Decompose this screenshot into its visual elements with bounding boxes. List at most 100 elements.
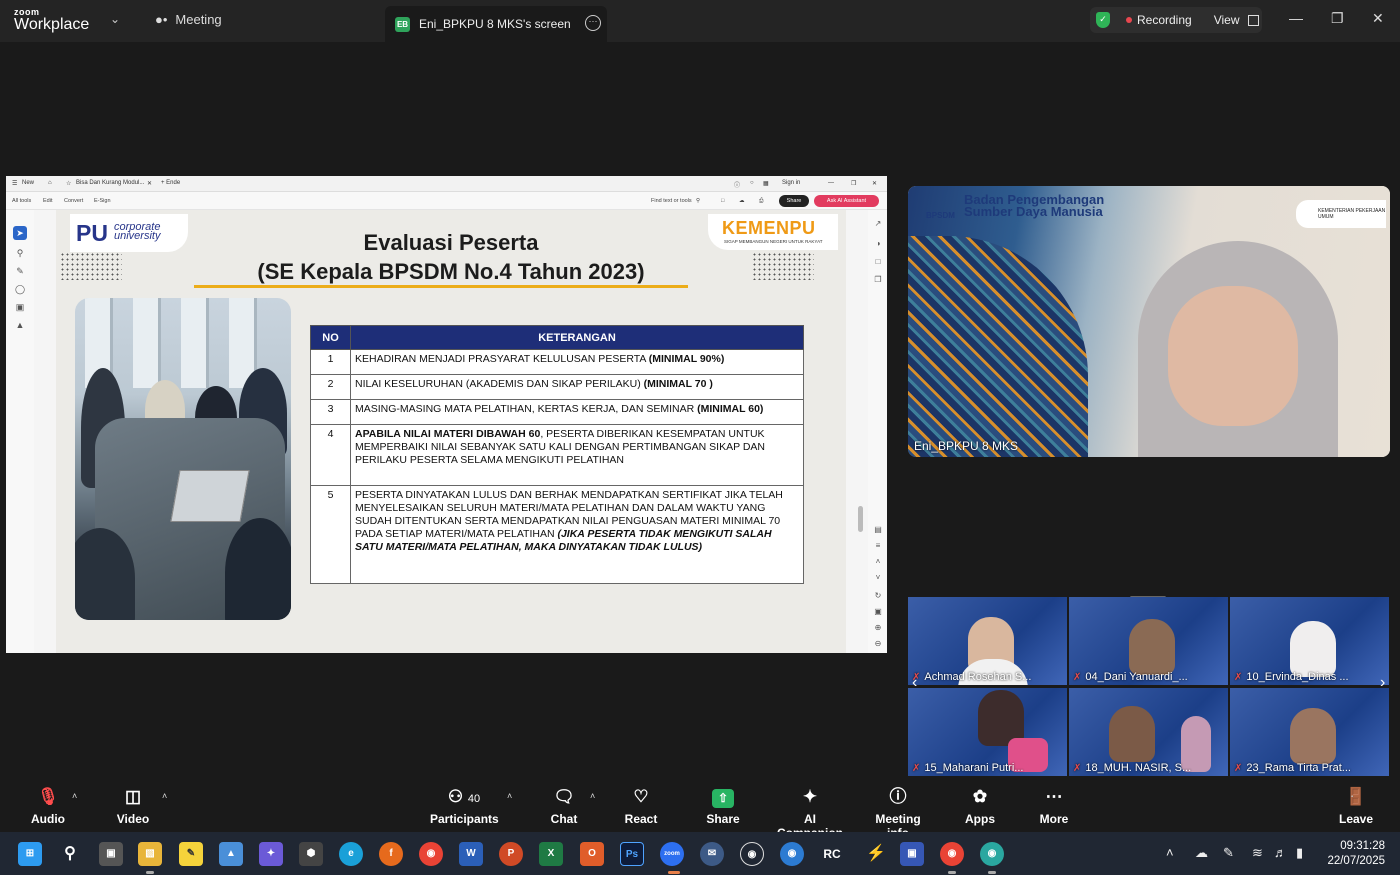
pen-icon[interactable]: ✎ xyxy=(13,264,27,278)
layers-icon[interactable]: ◑ xyxy=(872,238,884,250)
wifi-icon[interactable]: ≋ xyxy=(1252,845,1263,861)
meeting-tab[interactable]: ●• Meeting xyxy=(155,12,222,27)
zoom-out-icon[interactable]: ⊖ xyxy=(872,638,884,650)
chat-caret-icon[interactable]: ˄ xyxy=(590,791,595,801)
excel-icon[interactable]: X xyxy=(539,842,563,866)
chrome-profile-icon[interactable]: ◉ xyxy=(940,842,964,866)
tab-close-icon[interactable]: ✕ xyxy=(147,180,152,187)
participants-caret-icon[interactable]: ˄ xyxy=(507,791,512,801)
system-clock[interactable]: 09:31:28 22/07/2025 xyxy=(1327,839,1385,869)
video-button[interactable]: ◫ Video xyxy=(113,785,153,826)
menu-all-tools[interactable]: All tools xyxy=(12,198,31,204)
chrome-icon[interactable]: ◉ xyxy=(419,842,443,866)
participant-tile[interactable]: ✗ 10_Ervinda_Dinas ... xyxy=(1230,597,1389,685)
windows-start-icon[interactable]: ⊞ xyxy=(18,842,42,866)
cloud-sync-icon[interactable]: ☁ xyxy=(1195,845,1208,861)
apps-button[interactable]: ✿ Apps xyxy=(960,785,1000,826)
tray-overflow-icon[interactable]: ˄ xyxy=(1166,845,1174,860)
mail-client-icon[interactable]: ✉ xyxy=(700,842,724,866)
print-icon[interactable]: ⎙ xyxy=(759,198,763,205)
file-explorer-icon[interactable]: ▧ xyxy=(138,842,162,866)
pdf-share-button[interactable]: Share xyxy=(779,195,809,207)
edge-browser-icon[interactable]: e xyxy=(339,842,363,866)
window-close-icon[interactable]: ✕ xyxy=(872,180,877,187)
copy-icon[interactable]: ❐ xyxy=(872,274,884,286)
lightning-app-icon[interactable]: ⚡ xyxy=(864,842,888,866)
ai-assistant-button[interactable]: Ask AI Assistant xyxy=(814,195,879,207)
rotate-icon[interactable]: ↻ xyxy=(872,590,884,602)
volume-icon[interactable]: ♬ xyxy=(1274,845,1287,860)
zoom-workplace-logo[interactable]: zoom Workplace xyxy=(14,8,89,33)
zoom-in-icon[interactable]: ⊕ xyxy=(872,622,884,634)
browser-tab-active[interactable]: Bisa Dan Kurang Modul... xyxy=(76,180,144,186)
stamp-icon[interactable]: ▲ xyxy=(13,318,27,332)
chevron-up-icon[interactable]: ˄ xyxy=(872,556,884,568)
gallery-prev-icon[interactable]: ‹ xyxy=(912,674,917,692)
chat-button[interactable]: 🗨 Chat xyxy=(544,785,584,826)
save-icon[interactable]: □ xyxy=(721,198,724,204)
zoom-tool-icon[interactable]: ⚲ xyxy=(13,246,27,260)
browser-tab-add[interactable]: + Ende xyxy=(161,180,180,186)
share-screen-button[interactable]: ⇧ Share xyxy=(703,785,743,826)
participants-button[interactable]: ⚇ 40 Participants xyxy=(430,785,499,826)
fit-page-icon[interactable]: ▣ xyxy=(872,606,884,618)
recording-label[interactable]: Recording xyxy=(1137,13,1192,27)
rc-app-icon[interactable]: RC xyxy=(820,842,844,866)
participant-tile[interactable]: ✗ 23_Rama Tirta Prat... xyxy=(1230,688,1389,776)
app-cube-icon[interactable]: ⬢ xyxy=(299,842,323,866)
bell-icon[interactable]: ○ xyxy=(750,180,754,186)
restore-icon[interactable]: ❐ xyxy=(1331,10,1344,27)
audio-button[interactable]: 🎙 Audio xyxy=(28,785,68,826)
shield-icon[interactable]: ✓ xyxy=(1096,12,1110,28)
cloud-icon[interactable]: ☁ xyxy=(739,198,745,204)
participant-tile[interactable]: ✗ 04_Dani Yanuardi_... xyxy=(1069,597,1228,685)
expand-icon[interactable]: ↗ xyxy=(872,218,884,230)
screen-share-tab[interactable]: EB Eni_BPKPU 8 MKS's screen ⋯ xyxy=(385,6,607,42)
gallery-next-icon[interactable]: › xyxy=(1380,674,1385,692)
vpn-icon[interactable]: ◉ xyxy=(780,842,804,866)
browser-tab-new[interactable]: New xyxy=(22,180,34,186)
task-view-icon[interactable]: ▣ xyxy=(99,842,123,866)
more-button[interactable]: ⋯ More xyxy=(1034,785,1074,826)
obs-icon[interactable]: ◉ xyxy=(740,842,764,866)
powerpoint-icon[interactable]: P xyxy=(499,842,523,866)
cursor-icon[interactable]: ➤ xyxy=(13,226,27,240)
participant-tile[interactable]: ✗ Achmad Rosehan S... xyxy=(908,597,1067,685)
pen-tray-icon[interactable]: ✎ xyxy=(1223,845,1234,861)
leave-button[interactable]: 🚪 Leave xyxy=(1336,785,1376,826)
pdf-scrollbar[interactable] xyxy=(858,506,863,532)
bookmark-icon[interactable]: □ xyxy=(872,256,884,268)
participant-tile[interactable]: ✗ 18_MUH. NASIR, S... xyxy=(1069,688,1228,776)
page-number-icon[interactable]: ▤ xyxy=(872,524,884,536)
network-app-icon[interactable]: ◉ xyxy=(980,842,1004,866)
video-caret-icon[interactable]: ˄ xyxy=(162,791,167,801)
menu-icon[interactable]: ☰ xyxy=(12,180,17,187)
menu-convert[interactable]: Convert xyxy=(64,198,83,204)
search-icon[interactable]: ⚲ xyxy=(696,198,700,204)
window-minimize-icon[interactable]: — xyxy=(828,180,834,186)
text-box-icon[interactable]: ▣ xyxy=(13,300,27,314)
more-options-icon[interactable]: ⋯ xyxy=(585,15,601,31)
sticky-notes-icon[interactable]: ✎ xyxy=(179,842,203,866)
apps-grid-icon[interactable]: ▦ xyxy=(763,180,769,187)
help-icon[interactable]: ⓘ xyxy=(734,180,740,189)
zoom-app-icon[interactable]: zoom xyxy=(660,842,684,866)
search-icon[interactable]: ⚲ xyxy=(58,842,82,866)
find-text-input[interactable]: Find text or tools xyxy=(651,198,692,204)
chevron-down-icon[interactable]: ˅ xyxy=(872,572,884,584)
firefox-icon[interactable]: f xyxy=(379,842,403,866)
menu-esign[interactable]: E-Sign xyxy=(94,198,111,204)
react-button[interactable]: ♡ React xyxy=(621,785,661,826)
close-icon[interactable]: ✕ xyxy=(1372,10,1384,27)
battery-icon[interactable]: ▮ xyxy=(1296,845,1303,861)
lasso-icon[interactable]: ◯ xyxy=(13,282,27,296)
chevron-down-icon[interactable]: ⌄ xyxy=(110,12,120,26)
audio-caret-icon[interactable]: ˄ xyxy=(72,791,77,801)
remote-desktop-icon[interactable]: ▣ xyxy=(900,842,924,866)
menu-edit[interactable]: Edit xyxy=(43,198,52,204)
home-icon[interactable]: ⌂ xyxy=(48,180,52,186)
photoshop-icon[interactable]: Ps xyxy=(620,842,644,866)
office-icon[interactable]: O xyxy=(580,842,604,866)
active-speaker-video[interactable]: Badan Pengembangan Sumber Daya Manusia B… xyxy=(908,186,1390,457)
photos-icon[interactable]: ▲ xyxy=(219,842,243,866)
